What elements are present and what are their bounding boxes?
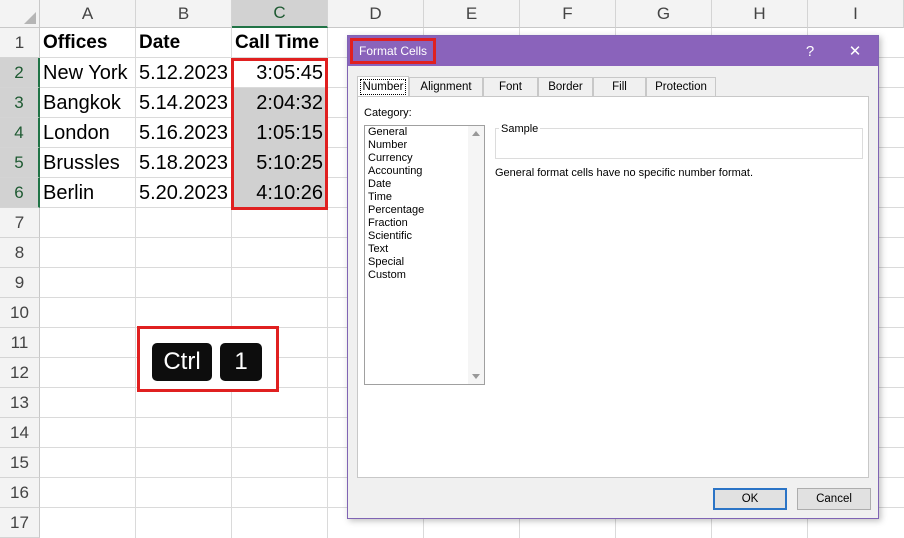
cancel-button[interactable]: Cancel bbox=[797, 488, 871, 510]
one-key: 1 bbox=[220, 343, 262, 381]
row-header-2[interactable]: 2 bbox=[0, 58, 40, 88]
row-header-8[interactable]: 8 bbox=[0, 238, 40, 268]
category-list[interactable]: General Number Currency Accounting Date … bbox=[364, 125, 485, 385]
category-scrollbar[interactable] bbox=[468, 126, 484, 384]
row-header-4[interactable]: 4 bbox=[0, 118, 40, 148]
row-header-1[interactable]: 1 bbox=[0, 28, 40, 58]
column-header-d[interactable]: D bbox=[328, 0, 424, 28]
category-time[interactable]: Time bbox=[368, 191, 392, 204]
category-percentage[interactable]: Percentage bbox=[368, 204, 424, 217]
category-number[interactable]: Number bbox=[368, 139, 407, 152]
category-label: Category: bbox=[364, 107, 412, 119]
row-header-9[interactable]: 9 bbox=[0, 268, 40, 298]
cell-a4[interactable]: London bbox=[40, 118, 135, 148]
category-fraction[interactable]: Fraction bbox=[368, 217, 408, 230]
cell-c1[interactable]: Call Time bbox=[232, 28, 327, 58]
cell-a1[interactable]: Offices bbox=[40, 28, 135, 58]
close-button[interactable]: ✕ bbox=[835, 36, 875, 66]
column-header-e[interactable]: E bbox=[424, 0, 520, 28]
tab-font[interactable]: Font bbox=[483, 77, 538, 96]
category-date[interactable]: Date bbox=[368, 178, 391, 191]
category-general[interactable]: General bbox=[368, 126, 407, 139]
column-header-f[interactable]: F bbox=[520, 0, 616, 28]
column-header-i[interactable]: I bbox=[808, 0, 904, 28]
row-header-3[interactable]: 3 bbox=[0, 88, 40, 118]
sample-box bbox=[495, 128, 863, 159]
row-header-6[interactable]: 6 bbox=[0, 178, 40, 208]
ok-button[interactable]: OK bbox=[713, 488, 787, 510]
row-header-12[interactable]: 12 bbox=[0, 358, 40, 388]
category-scientific[interactable]: Scientific bbox=[368, 230, 412, 243]
select-all-triangle-icon bbox=[24, 12, 36, 24]
column-header-h[interactable]: H bbox=[712, 0, 808, 28]
cell-b1[interactable]: Date bbox=[136, 28, 231, 58]
dialog-title-bar[interactable]: Format Cells ? ✕ bbox=[348, 36, 878, 66]
tab-border[interactable]: Border bbox=[538, 77, 593, 96]
cell-b5[interactable]: 5.18.2023 bbox=[136, 148, 231, 178]
row-header-5[interactable]: 5 bbox=[0, 148, 40, 178]
row-header-16[interactable]: 16 bbox=[0, 478, 40, 508]
column-header-g[interactable]: G bbox=[616, 0, 712, 28]
category-currency[interactable]: Currency bbox=[368, 152, 413, 165]
dialog-title: Format Cells bbox=[350, 38, 437, 64]
column-header-b[interactable]: B bbox=[136, 0, 232, 28]
column-header-a[interactable]: A bbox=[40, 0, 136, 28]
tab-fill[interactable]: Fill bbox=[593, 77, 646, 96]
help-button[interactable]: ? bbox=[790, 36, 830, 66]
cell-a3[interactable]: Bangkok bbox=[40, 88, 135, 118]
category-special[interactable]: Special bbox=[368, 256, 404, 269]
number-tab-panel: Category: General Number Currency Accoun… bbox=[357, 96, 869, 478]
cell-b3[interactable]: 5.14.2023 bbox=[136, 88, 231, 118]
scroll-up-icon[interactable] bbox=[472, 131, 480, 136]
format-description: General format cells have no specific nu… bbox=[495, 167, 754, 179]
column-header-c[interactable]: C bbox=[232, 0, 328, 28]
row-header-15[interactable]: 15 bbox=[0, 448, 40, 478]
selection-highlight bbox=[231, 58, 328, 210]
row-header-14[interactable]: 14 bbox=[0, 418, 40, 448]
select-all-corner[interactable] bbox=[0, 0, 40, 28]
row-header-10[interactable]: 10 bbox=[0, 298, 40, 328]
row-header-17[interactable]: 17 bbox=[0, 508, 40, 538]
cell-a5[interactable]: Brussles bbox=[40, 148, 135, 178]
sample-label: Sample bbox=[499, 123, 541, 135]
tab-alignment[interactable]: Alignment bbox=[409, 77, 483, 96]
tab-number[interactable]: Number bbox=[357, 76, 409, 97]
row-header-13[interactable]: 13 bbox=[0, 388, 40, 418]
format-cells-dialog: Format Cells ? ✕ Number Alignment Font B… bbox=[347, 35, 879, 519]
cell-a2[interactable]: New York bbox=[40, 58, 135, 88]
cell-b4[interactable]: 5.16.2023 bbox=[136, 118, 231, 148]
row-header-7[interactable]: 7 bbox=[0, 208, 40, 238]
category-text[interactable]: Text bbox=[368, 243, 388, 256]
shortcut-callout: Ctrl 1 bbox=[137, 326, 279, 392]
category-custom[interactable]: Custom bbox=[368, 269, 406, 282]
category-accounting[interactable]: Accounting bbox=[368, 165, 422, 178]
scroll-down-icon[interactable] bbox=[472, 374, 480, 379]
ctrl-key: Ctrl bbox=[152, 343, 212, 381]
row-header-11[interactable]: 11 bbox=[0, 328, 40, 358]
cell-b6[interactable]: 5.20.2023 bbox=[136, 178, 231, 208]
tab-number-label: Number bbox=[359, 79, 407, 95]
cell-a6[interactable]: Berlin bbox=[40, 178, 135, 208]
tab-protection[interactable]: Protection bbox=[646, 77, 716, 96]
cell-b2[interactable]: 5.12.2023 bbox=[136, 58, 231, 88]
